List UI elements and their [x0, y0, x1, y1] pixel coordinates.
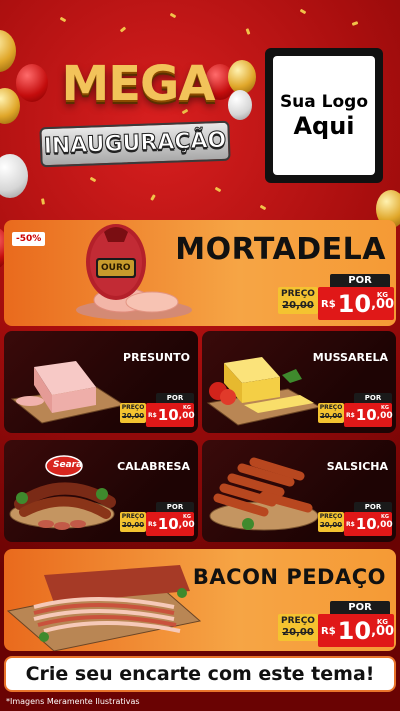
- price-tag: POR PREÇO 20,00 R$10,00 KG: [278, 274, 396, 322]
- current-price: R$10,00 KG: [344, 512, 393, 536]
- old-price: PREÇO 20,00: [318, 512, 344, 532]
- balloon-decoration: [228, 90, 252, 120]
- old-price-value: 20,00: [121, 412, 145, 420]
- price-por-label: POR: [156, 393, 194, 403]
- price-integer: 10: [355, 406, 377, 424]
- logo-text-line2: Aqui: [293, 111, 355, 140]
- price-tag: POR PREÇO 20,00 R$10,00 KG: [318, 393, 393, 427]
- old-price-value: 20,00: [282, 627, 314, 638]
- brand-label: Seara: [53, 460, 83, 470]
- product-card-mortadela: -50% OURO MORTADELA POR PREÇO 20,00 R$10…: [4, 220, 396, 326]
- product-name: CALABRESA: [117, 460, 190, 473]
- product-name: BACON PEDAÇO: [192, 565, 386, 589]
- old-price: PREÇO 20,00: [120, 403, 146, 423]
- old-price: PREÇO 20,00: [278, 287, 318, 314]
- product-name: PRESUNTO: [123, 351, 190, 364]
- current-price: R$10,00 KG: [318, 287, 394, 320]
- price-por-label: POR: [354, 502, 392, 512]
- price-tag: POR PREÇO 20,00 R$10,00 KG: [120, 393, 195, 427]
- logo-inner: Sua Logo Aqui: [273, 56, 375, 175]
- product-card-salsicha: SALSICHA POR PREÇO 20,00 R$10,00 KG: [202, 440, 396, 542]
- old-price-label: PREÇO: [121, 404, 145, 411]
- mega-title: MEGA: [61, 56, 215, 112]
- logo-text-line1: Sua Logo: [279, 91, 369, 112]
- old-price-label: PREÇO: [281, 616, 315, 626]
- old-price: PREÇO 20,00: [318, 403, 344, 423]
- price-tag: POR PREÇO 20,00 R$10,00 KG: [278, 601, 396, 649]
- discount-badge: -50%: [12, 232, 46, 246]
- balloon-decoration: [16, 64, 48, 102]
- old-price-label: PREÇO: [121, 513, 145, 520]
- product-name: MORTADELA: [175, 232, 386, 267]
- old-price-value: 20,00: [319, 412, 343, 420]
- price-por-label: POR: [156, 502, 194, 512]
- price-unit: KG: [381, 405, 389, 411]
- price-integer: 10: [157, 515, 179, 533]
- salsicha-image: [209, 457, 319, 531]
- old-price-label: PREÇO: [319, 513, 343, 520]
- current-price: R$10,00 KG: [146, 512, 195, 536]
- price-por-label: POR: [330, 274, 390, 287]
- currency-symbol: R$: [148, 412, 157, 419]
- price-unit: KG: [183, 405, 191, 411]
- current-price: R$10,00 KG: [146, 403, 195, 427]
- current-price: R$10,00 KG: [344, 403, 393, 427]
- logo-placeholder: Sua Logo Aqui: [265, 48, 383, 183]
- old-price: PREÇO 20,00: [120, 512, 146, 532]
- price-tag: POR PREÇO 20,00 R$10,00 KG: [120, 502, 195, 536]
- price-unit: KG: [183, 514, 191, 520]
- old-price-value: 20,00: [121, 521, 145, 529]
- price-integer: 10: [337, 290, 372, 318]
- cta-banner[interactable]: Crie seu encarte com este tema!: [4, 656, 396, 692]
- currency-symbol: R$: [321, 626, 336, 637]
- price-unit: KG: [376, 618, 388, 626]
- product-card-bacon: BACON PEDAÇO POR PREÇO 20,00 R$10,00 KG: [4, 549, 396, 651]
- currency-symbol: R$: [346, 521, 355, 528]
- balloon-decoration: [228, 60, 256, 94]
- product-name: MUSSARELA: [312, 351, 388, 364]
- brand-label: OURO: [101, 263, 131, 273]
- currency-symbol: R$: [148, 521, 157, 528]
- bacon-image: [6, 565, 202, 651]
- old-price-value: 20,00: [319, 521, 343, 529]
- price-por-label: POR: [330, 601, 390, 614]
- price-unit: KG: [376, 291, 388, 299]
- mussarela-image: [206, 357, 322, 426]
- old-price-value: 20,00: [282, 300, 314, 311]
- price-integer: 10: [355, 515, 377, 533]
- product-card-presunto: PRESUNTO POR PREÇO 20,00 R$10,00 KG: [4, 331, 198, 433]
- product-card-calabresa: Seara CALABRESA POR PREÇO 20,00 R$10,00 …: [4, 440, 198, 542]
- disclaimer-text: *Imagens Meramente Ilustrativas: [6, 697, 140, 706]
- old-price: PREÇO 20,00: [278, 614, 318, 641]
- price-por-label: POR: [354, 393, 392, 403]
- presunto-image: [10, 361, 126, 424]
- current-price: R$10,00 KG: [318, 614, 394, 647]
- price-unit: KG: [381, 514, 389, 520]
- price-tag: POR PREÇO 20,00 R$10,00 KG: [318, 502, 393, 536]
- old-price-label: PREÇO: [319, 404, 343, 411]
- inauguracao-banner: INAUGURAÇÃO: [39, 120, 231, 168]
- price-integer: 10: [157, 406, 179, 424]
- currency-symbol: R$: [346, 412, 355, 419]
- currency-symbol: R$: [321, 299, 336, 310]
- old-price-label: PREÇO: [281, 289, 315, 299]
- product-name: SALSICHA: [326, 460, 388, 473]
- product-card-mussarela: MUSSARELA POR PREÇO 20,00 R$10,00 KG: [202, 331, 396, 433]
- price-integer: 10: [337, 617, 372, 645]
